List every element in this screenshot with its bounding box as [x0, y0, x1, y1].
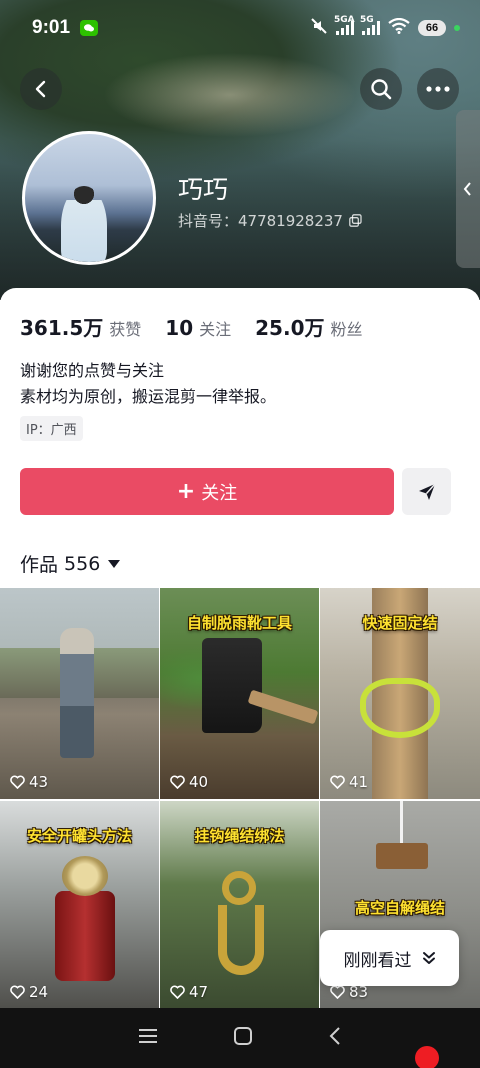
video-tile-likes-count: 40 [189, 773, 209, 791]
video-tile[interactable]: 安全开罐头方法 24 [0, 801, 159, 1009]
profile-name: 巧巧 [178, 175, 229, 204]
more-dots-icon [426, 86, 450, 92]
battery-indicator: 66 [418, 20, 446, 36]
bio-line: 素材均为原创，搬运混剪一律举报。 [20, 387, 277, 406]
privacy-indicator-dot [454, 25, 460, 31]
stat-followers[interactable]: 25.0万 粉丝 [255, 312, 362, 341]
tile-rope [360, 678, 440, 738]
follow-button[interactable]: + 关注 [20, 468, 394, 515]
plus-icon: + [176, 478, 196, 504]
tile-person [60, 628, 94, 758]
chevron-left-icon [463, 182, 471, 196]
signal-icon-2: 5G [360, 15, 380, 35]
video-tile-likes-count: 47 [189, 983, 209, 1001]
stat-following-value: 10 [165, 316, 194, 340]
video-tile-title: 快速固定结 [362, 614, 438, 632]
follow-button-label: 关注 [201, 482, 238, 504]
works-tab[interactable]: 作品 556 [20, 550, 121, 577]
search-button[interactable] [360, 68, 402, 110]
video-tile-title: 高空自解绳结 [354, 899, 445, 917]
profile-bio: 谢谢您的点赞与关注 素材均为原创，搬运混剪一律举报。 [20, 358, 276, 410]
back-button[interactable] [20, 68, 62, 110]
tile-rope [400, 801, 403, 843]
recently-viewed-label: 刚刚看过 [343, 950, 412, 971]
video-tile-title: 安全开罐头方法 [26, 827, 132, 845]
chevron-left-icon [329, 1027, 341, 1045]
stat-following-label: 关注 [199, 320, 232, 339]
heart-icon [170, 985, 185, 999]
heart-icon [330, 775, 345, 789]
network-type-2: 5G [360, 15, 374, 25]
stat-likes-label: 获赞 [109, 320, 142, 339]
stat-likes-value: 361.5万 [20, 316, 104, 340]
video-tile[interactable]: 快速固定结 41 [320, 588, 480, 799]
home-square-icon [233, 1027, 252, 1045]
stat-following[interactable]: 10 关注 [165, 316, 231, 340]
tile-hook-ring [222, 871, 256, 905]
heart-icon [10, 985, 25, 999]
video-tile[interactable]: 自制脱雨靴工具 40 [160, 588, 319, 799]
video-tile-likes: 43 [10, 773, 48, 791]
video-tile[interactable]: 43 [0, 588, 159, 799]
video-tile-title: 挂钩绳结绑法 [194, 827, 285, 845]
side-drawer-handle[interactable] [456, 110, 480, 268]
double-chevron-down-icon [422, 952, 435, 964]
send-icon [418, 483, 436, 500]
tile-hook [218, 905, 264, 975]
video-tile-likes: 24 [10, 983, 48, 1001]
heart-icon [170, 775, 185, 789]
status-bar: 9:01 5GA 5G 66 [0, 0, 480, 56]
chevron-left-icon [35, 80, 46, 98]
video-tile-likes: 41 [330, 773, 368, 791]
bio-line: 谢谢您的点赞与关注 [20, 361, 165, 380]
signal-icon-1: 5GA [334, 15, 355, 35]
avatar[interactable] [22, 131, 156, 265]
heart-icon [10, 775, 25, 789]
tile-can-lid [62, 856, 108, 896]
system-back-button[interactable] [328, 1026, 342, 1050]
works-label: 作品 [20, 554, 59, 576]
status-time: 9:01 [32, 17, 71, 38]
search-icon [371, 79, 392, 100]
video-tile-title: 自制脱雨靴工具 [186, 614, 292, 632]
share-button[interactable] [402, 468, 451, 515]
video-tile-likes-count: 24 [29, 983, 49, 1001]
home-button[interactable] [233, 1026, 253, 1050]
avatar-figure [61, 186, 107, 262]
profile-id-text: 抖音号：47781928237 [178, 212, 343, 230]
menu-icon [138, 1029, 157, 1043]
more-options-button[interactable] [417, 68, 459, 110]
recent-apps-button[interactable] [138, 1028, 158, 1048]
mute-icon [310, 18, 328, 38]
heart-icon [330, 985, 345, 999]
video-tile-likes-count: 41 [349, 773, 369, 791]
floating-red-dot[interactable] [415, 1046, 439, 1068]
caret-down-icon [108, 559, 121, 568]
wechat-notification-icon [80, 20, 99, 36]
video-tile-likes-count: 43 [29, 773, 49, 791]
profile-info-panel: 361.5万 获赞 10 关注 25.0万 粉丝 谢谢您的点赞与关注 素材均为原… [0, 288, 480, 588]
video-tile[interactable]: 挂钩绳结绑法 47 [160, 801, 319, 1009]
profile-stats: 361.5万 获赞 10 关注 25.0万 粉丝 [20, 312, 363, 341]
video-tile-likes: 40 [170, 773, 208, 791]
stat-likes[interactable]: 361.5万 获赞 [20, 312, 141, 341]
stat-followers-label: 粉丝 [330, 320, 363, 339]
system-navigation-bar [0, 1008, 480, 1068]
copy-icon[interactable] [349, 214, 362, 227]
wifi-icon [388, 17, 410, 38]
recently-viewed-button[interactable]: 刚刚看过 [320, 930, 459, 986]
ip-location-tag: IP：广西 [20, 416, 83, 441]
stat-followers-value: 25.0万 [255, 316, 325, 340]
tile-wood-block [376, 843, 428, 869]
works-count: 556 [64, 552, 101, 575]
tile-can [55, 891, 115, 981]
network-type-1: 5GA [334, 15, 355, 25]
tile-boot [202, 638, 262, 733]
profile-id[interactable]: 抖音号：47781928237 [178, 210, 362, 231]
video-tile-likes: 47 [170, 983, 208, 1001]
